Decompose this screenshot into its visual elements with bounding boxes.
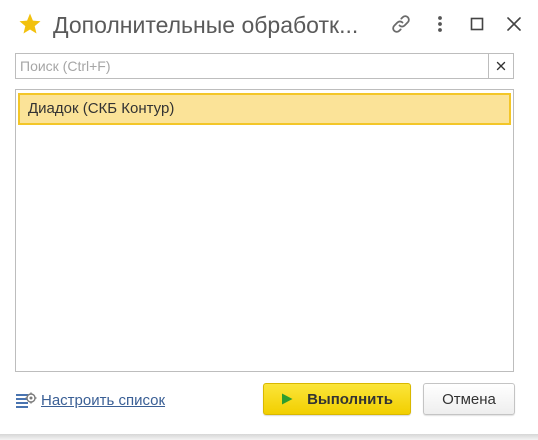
search-input[interactable] [16,54,488,78]
list-item[interactable]: Диадок (СКБ Контур) [18,93,511,125]
link-icon[interactable] [389,12,413,36]
search-field [15,53,514,79]
maximize-icon[interactable] [465,12,489,36]
window-title: Дополнительные обработк... [53,12,359,38]
list-settings-icon [16,392,37,408]
play-icon [282,393,293,405]
title-bar: Дополнительные обработк... [0,0,538,50]
star-icon[interactable] [18,12,42,36]
more-vertical-icon[interactable] [428,12,452,36]
clear-icon [496,61,506,71]
search-clear-button[interactable] [488,54,513,78]
run-button[interactable]: Выполнить [263,383,411,415]
processing-list[interactable]: Диадок (СКБ Контур) [15,89,514,372]
cancel-button-label: Отмена [442,390,496,408]
dialog-window: Дополнительные обработк... Диадок (С [0,0,538,434]
configure-list-label: Настроить список [41,391,166,409]
close-icon[interactable] [502,12,526,36]
cancel-button[interactable]: Отмена [423,383,515,415]
configure-list-link[interactable]: Настроить список [15,390,165,410]
window-bottom-edge [0,434,538,440]
run-button-label: Выполнить [307,390,393,408]
